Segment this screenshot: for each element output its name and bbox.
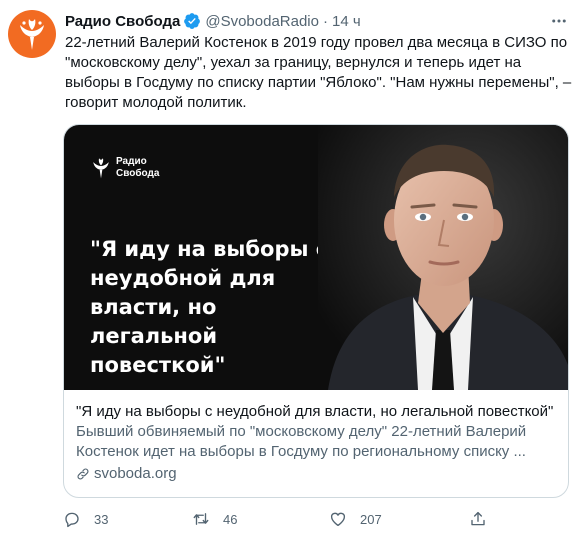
retweet-icon: [193, 513, 209, 525]
link-card[interactable]: Радио Свобода "Я иду на выборы с неудобн…: [63, 124, 569, 498]
avatar[interactable]: [8, 10, 56, 58]
tweet-time[interactable]: 14 ч: [332, 13, 361, 30]
card-description: Бывший обвиняемый по "московскому делу" …: [76, 423, 527, 460]
separator-dot: ·: [322, 12, 328, 30]
card-image-quote: "Я иду на выборы с неудобной для власти,…: [90, 237, 328, 377]
tweet-text: 22-летний Валерий Костенок в 2019 году п…: [65, 34, 572, 111]
like-count: 207: [360, 511, 382, 527]
portrait-photo: [318, 125, 568, 390]
reply-count: 33: [94, 511, 109, 527]
author-name[interactable]: Радио Свобода: [65, 13, 180, 30]
heart-icon: [330, 512, 346, 527]
reply-button[interactable]: 33: [63, 510, 108, 528]
card-title[interactable]: "Я иду на выборы с неудобной для власти,…: [76, 402, 556, 422]
card-body[interactable]: "Я иду на выборы с неудобной для власти,…: [64, 390, 568, 484]
tweet-header: Радио Свобода @SvobodaRadio · 14 ч: [65, 10, 570, 32]
tweet-actions: 33 46 207: [63, 510, 493, 534]
radio-svoboda-logo-icon: [93, 158, 109, 179]
more-options-button[interactable]: [548, 10, 570, 32]
card-image[interactable]: Радио Свобода "Я иду на выборы с неудобн…: [64, 125, 568, 390]
retweet-count: 46: [223, 511, 238, 527]
card-image-logo-text: Радио Свобода: [116, 156, 160, 179]
more-dots-icon: [552, 19, 566, 23]
author-handle[interactable]: @SvobodaRadio: [205, 13, 319, 30]
share-button[interactable]: [469, 510, 487, 528]
card-image-logo: Радио Свобода: [90, 155, 159, 181]
card-domain[interactable]: svoboda.org: [76, 464, 556, 484]
verified-badge-icon: [184, 13, 201, 29]
retweet-button[interactable]: 46: [192, 510, 237, 528]
radio-svoboda-logo-icon: [20, 19, 44, 50]
card-domain-text[interactable]: svoboda.org: [94, 464, 177, 484]
link-icon: [77, 468, 89, 480]
share-icon: [471, 511, 485, 526]
like-button[interactable]: 207: [329, 510, 382, 528]
reply-icon: [65, 512, 79, 528]
